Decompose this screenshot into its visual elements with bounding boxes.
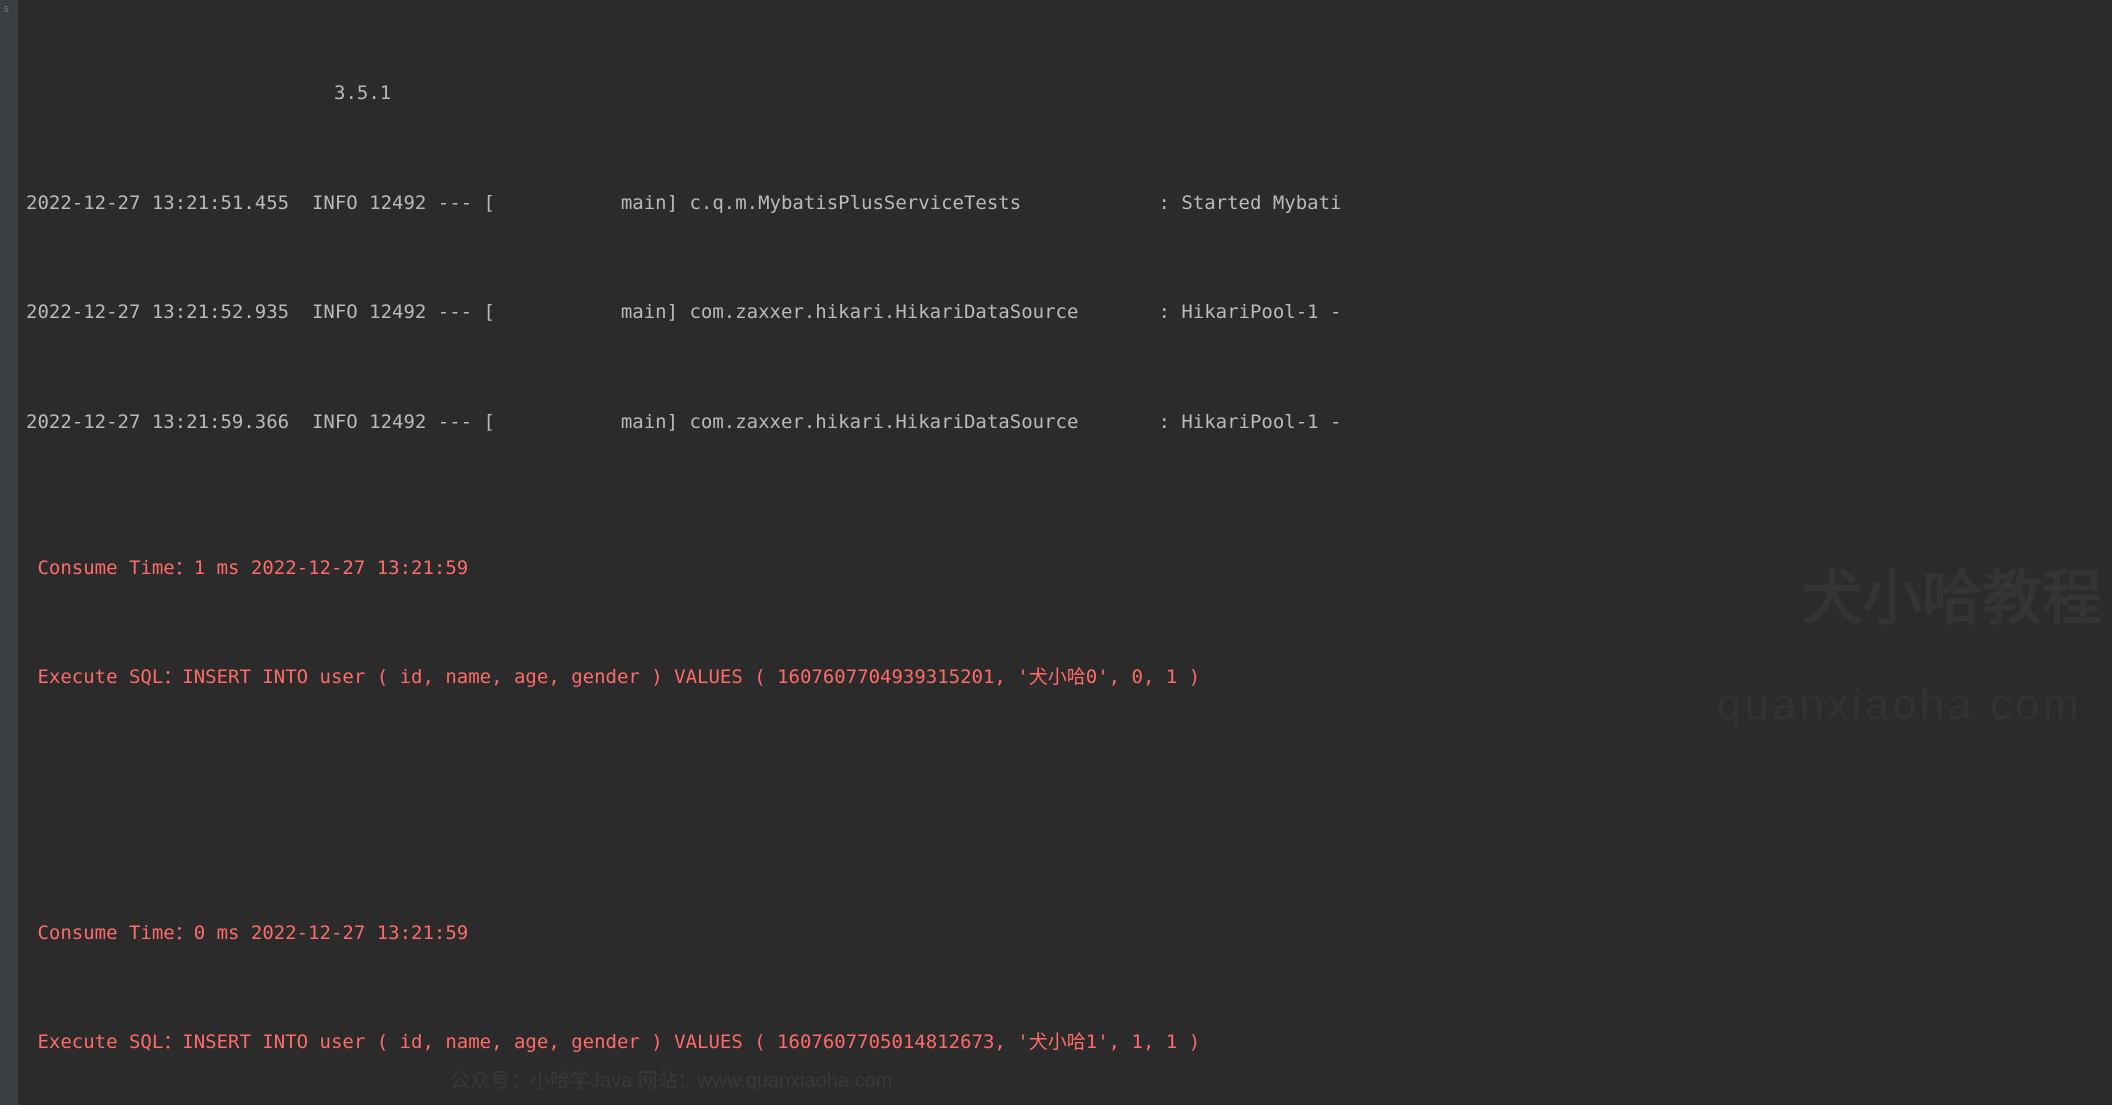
- log-line: 2022-12-27 13:21:52.935 INFO 12492 --- […: [26, 294, 2112, 331]
- version-line: 3.5.1: [26, 75, 2112, 112]
- gutter-label: s: [3, 2, 10, 15]
- sql-execute-line: Execute SQL：INSERT INTO user ( id, name,…: [26, 659, 2112, 696]
- log-line: 2022-12-27 13:21:51.455 INFO 12492 --- […: [26, 185, 2112, 222]
- console-output[interactable]: 3.5.1 2022-12-27 13:21:51.455 INFO 12492…: [18, 0, 2112, 1105]
- blank-line: [26, 769, 2112, 806]
- sql-consume-line: Consume Time：1 ms 2022-12-27 13:21:59: [26, 550, 2112, 587]
- editor-gutter: s: [0, 0, 18, 1105]
- log-line: 2022-12-27 13:21:59.366 INFO 12492 --- […: [26, 404, 2112, 441]
- sql-execute-line: Execute SQL：INSERT INTO user ( id, name,…: [26, 1024, 2112, 1061]
- sql-consume-line: Consume Time：0 ms 2022-12-27 13:21:59: [26, 915, 2112, 952]
